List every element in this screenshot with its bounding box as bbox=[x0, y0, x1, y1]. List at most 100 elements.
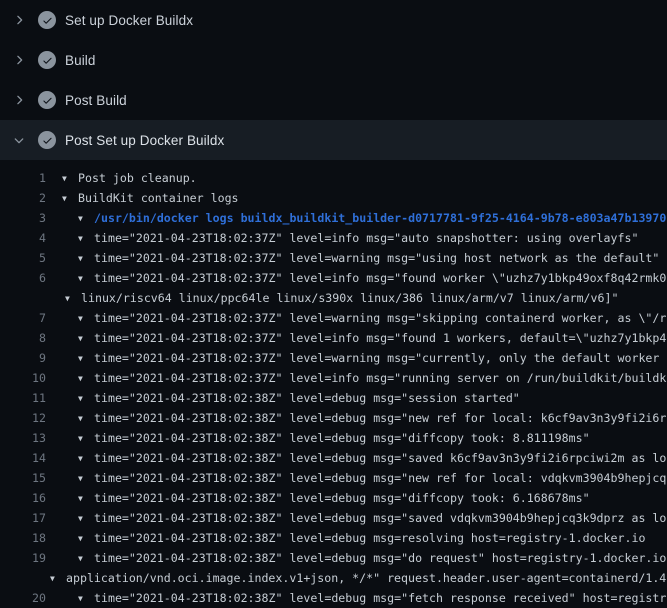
log-line-content: time="2021-04-23T18:02:38Z" level=debug … bbox=[94, 531, 645, 545]
log-line-text: ▼time="2021-04-23T18:02:38Z" level=debug… bbox=[46, 451, 667, 465]
log-line-number[interactable]: 11 bbox=[0, 391, 46, 405]
group-triangle-icon[interactable]: ▼ bbox=[65, 294, 81, 303]
log-line-number[interactable]: 18 bbox=[0, 531, 46, 545]
group-triangle-icon[interactable]: ▼ bbox=[78, 374, 94, 383]
group-triangle-icon[interactable]: ▼ bbox=[78, 394, 94, 403]
log-line-content: time="2021-04-23T18:02:38Z" level=debug … bbox=[94, 411, 667, 425]
log-line-text: ▼time="2021-04-23T18:02:37Z" level=warni… bbox=[46, 311, 667, 325]
log-line-content: time="2021-04-23T18:02:38Z" level=debug … bbox=[94, 511, 667, 525]
step-label: Post Set up Docker Buildx bbox=[65, 133, 224, 148]
log-line: 4 ▼time="2021-04-23T18:02:37Z" level=inf… bbox=[0, 228, 667, 248]
log-line-text: ▼time="2021-04-23T18:02:37Z" level=warni… bbox=[46, 251, 659, 265]
log-line-number[interactable]: 14 bbox=[0, 451, 46, 465]
log-line: 2 ▼BuildKit container logs bbox=[0, 188, 667, 208]
log-line-text: ▼time="2021-04-23T18:02:38Z" level=debug… bbox=[46, 531, 645, 545]
chevron-icon[interactable] bbox=[12, 93, 26, 107]
check-circle-icon bbox=[38, 91, 56, 109]
log-line-text: ▼time="2021-04-23T18:02:38Z" level=debug… bbox=[46, 471, 667, 485]
group-triangle-icon[interactable]: ▼ bbox=[78, 494, 94, 503]
group-triangle-icon[interactable]: ▼ bbox=[78, 334, 94, 343]
group-triangle-icon[interactable]: ▼ bbox=[78, 594, 94, 603]
log-line-number[interactable]: 3 bbox=[0, 211, 46, 225]
group-triangle-icon[interactable]: ▼ bbox=[78, 414, 94, 423]
group-triangle-icon[interactable]: ▼ bbox=[78, 454, 94, 463]
log-line-content: Post job cleanup. bbox=[78, 171, 197, 185]
log-line-content: time="2021-04-23T18:02:38Z" level=debug … bbox=[94, 431, 590, 445]
group-triangle-icon[interactable]: ▼ bbox=[78, 474, 94, 483]
log-line: 17 ▼time="2021-04-23T18:02:38Z" level=de… bbox=[0, 508, 667, 528]
log-line-text: ▼linux/riscv64 linux/ppc64le linux/s390x… bbox=[46, 291, 618, 305]
log-line-number[interactable]: 10 bbox=[0, 371, 46, 385]
group-triangle-icon[interactable]: ▼ bbox=[78, 274, 94, 283]
log-line-content: application/vnd.oci.image.index.v1+json,… bbox=[66, 571, 667, 585]
step-header[interactable]: Post Set up Docker Buildx bbox=[0, 120, 667, 160]
check-circle-icon bbox=[38, 51, 56, 69]
group-triangle-icon[interactable]: ▼ bbox=[78, 534, 94, 543]
log-line-number[interactable]: 7 bbox=[0, 311, 46, 325]
log-line-content: time="2021-04-23T18:02:38Z" level=debug … bbox=[94, 491, 590, 505]
log-line: 15 ▼time="2021-04-23T18:02:38Z" level=de… bbox=[0, 468, 667, 488]
group-triangle-icon[interactable]: ▼ bbox=[62, 194, 78, 203]
log-line-number[interactable]: 19 bbox=[0, 551, 46, 565]
log-line: 5 ▼time="2021-04-23T18:02:37Z" level=war… bbox=[0, 248, 667, 268]
log-line-number[interactable]: 17 bbox=[0, 511, 46, 525]
group-triangle-icon[interactable]: ▼ bbox=[62, 174, 78, 183]
log-line-content: time="2021-04-23T18:02:37Z" level=info m… bbox=[94, 331, 667, 345]
log-line: 12 ▼time="2021-04-23T18:02:38Z" level=de… bbox=[0, 408, 667, 428]
step-label: Post Build bbox=[65, 93, 127, 108]
log-line-content: time="2021-04-23T18:02:38Z" level=debug … bbox=[94, 591, 667, 605]
log-line-text: ▼time="2021-04-23T18:02:38Z" level=debug… bbox=[46, 411, 667, 425]
group-triangle-icon[interactable]: ▼ bbox=[78, 554, 94, 563]
log-line-number[interactable]: 6 bbox=[0, 271, 46, 285]
group-triangle-icon[interactable]: ▼ bbox=[78, 254, 94, 263]
chevron-icon[interactable] bbox=[12, 53, 26, 67]
log-line-content: time="2021-04-23T18:02:37Z" level=info m… bbox=[94, 271, 667, 285]
log-line: 20 ▼time="2021-04-23T18:02:38Z" level=de… bbox=[0, 588, 667, 608]
step-label: Build bbox=[65, 53, 96, 68]
log-line-text: ▼/usr/bin/docker logs buildx_buildkit_bu… bbox=[46, 211, 666, 225]
log-line-content: time="2021-04-23T18:02:37Z" level=warnin… bbox=[94, 351, 667, 365]
log-line-number[interactable]: 8 bbox=[0, 331, 46, 345]
log-line-number[interactable]: 9 bbox=[0, 351, 46, 365]
chevron-icon[interactable] bbox=[12, 133, 26, 147]
log-line-number[interactable]: 13 bbox=[0, 431, 46, 445]
group-triangle-icon[interactable]: ▼ bbox=[78, 434, 94, 443]
log-line-text: ▼time="2021-04-23T18:02:37Z" level=info … bbox=[46, 371, 667, 385]
log-line-number[interactable]: 2 bbox=[0, 191, 46, 205]
log-line-content: time="2021-04-23T18:02:38Z" level=debug … bbox=[94, 471, 667, 485]
step-header[interactable]: Set up Docker Buildx bbox=[0, 0, 667, 40]
group-triangle-icon[interactable]: ▼ bbox=[78, 234, 94, 243]
log-line: 11 ▼time="2021-04-23T18:02:38Z" level=de… bbox=[0, 388, 667, 408]
group-triangle-icon[interactable]: ▼ bbox=[50, 574, 66, 583]
group-triangle-icon[interactable]: ▼ bbox=[78, 314, 94, 323]
chevron-icon[interactable] bbox=[12, 13, 26, 27]
log-line: ▼application/vnd.oci.image.index.v1+json… bbox=[0, 568, 667, 588]
log-line-content: /usr/bin/docker logs buildx_buildkit_bui… bbox=[94, 211, 666, 225]
log-line-number[interactable]: 4 bbox=[0, 231, 46, 245]
log-line: 19 ▼time="2021-04-23T18:02:38Z" level=de… bbox=[0, 548, 667, 568]
check-circle-icon bbox=[38, 131, 56, 149]
step-header[interactable]: Post Build bbox=[0, 80, 667, 120]
step-header[interactable]: Build bbox=[0, 40, 667, 80]
log-line-text: ▼time="2021-04-23T18:02:38Z" level=debug… bbox=[46, 591, 667, 605]
step-label: Set up Docker Buildx bbox=[65, 13, 193, 28]
group-triangle-icon[interactable]: ▼ bbox=[78, 354, 94, 363]
log-line-number[interactable]: 15 bbox=[0, 471, 46, 485]
log-line-text: ▼time="2021-04-23T18:02:37Z" level=info … bbox=[46, 331, 667, 345]
log-line-number[interactable]: 12 bbox=[0, 411, 46, 425]
log-line-number[interactable]: 5 bbox=[0, 251, 46, 265]
group-triangle-icon[interactable]: ▼ bbox=[78, 214, 94, 223]
log-line: 8 ▼time="2021-04-23T18:02:37Z" level=inf… bbox=[0, 328, 667, 348]
log-line-text: ▼time="2021-04-23T18:02:38Z" level=debug… bbox=[46, 511, 667, 525]
log-line-content: time="2021-04-23T18:02:37Z" level=warnin… bbox=[94, 311, 667, 325]
log-line-number[interactable]: 16 bbox=[0, 491, 46, 505]
group-triangle-icon[interactable]: ▼ bbox=[78, 514, 94, 523]
log-line-number[interactable]: 1 bbox=[0, 171, 46, 185]
log-line: 1 ▼Post job cleanup. bbox=[0, 168, 667, 188]
log-line-text: ▼application/vnd.oci.image.index.v1+json… bbox=[46, 571, 667, 585]
log-line-text: ▼time="2021-04-23T18:02:38Z" level=debug… bbox=[46, 431, 590, 445]
steps-list: Set up Docker Buildx Build Post Build Po… bbox=[0, 0, 667, 160]
log-line-text: ▼time="2021-04-23T18:02:37Z" level=info … bbox=[46, 271, 667, 285]
log-line-number[interactable]: 20 bbox=[0, 591, 46, 605]
log-line-text[interactable]: ▼BuildKit container logs bbox=[46, 191, 239, 205]
